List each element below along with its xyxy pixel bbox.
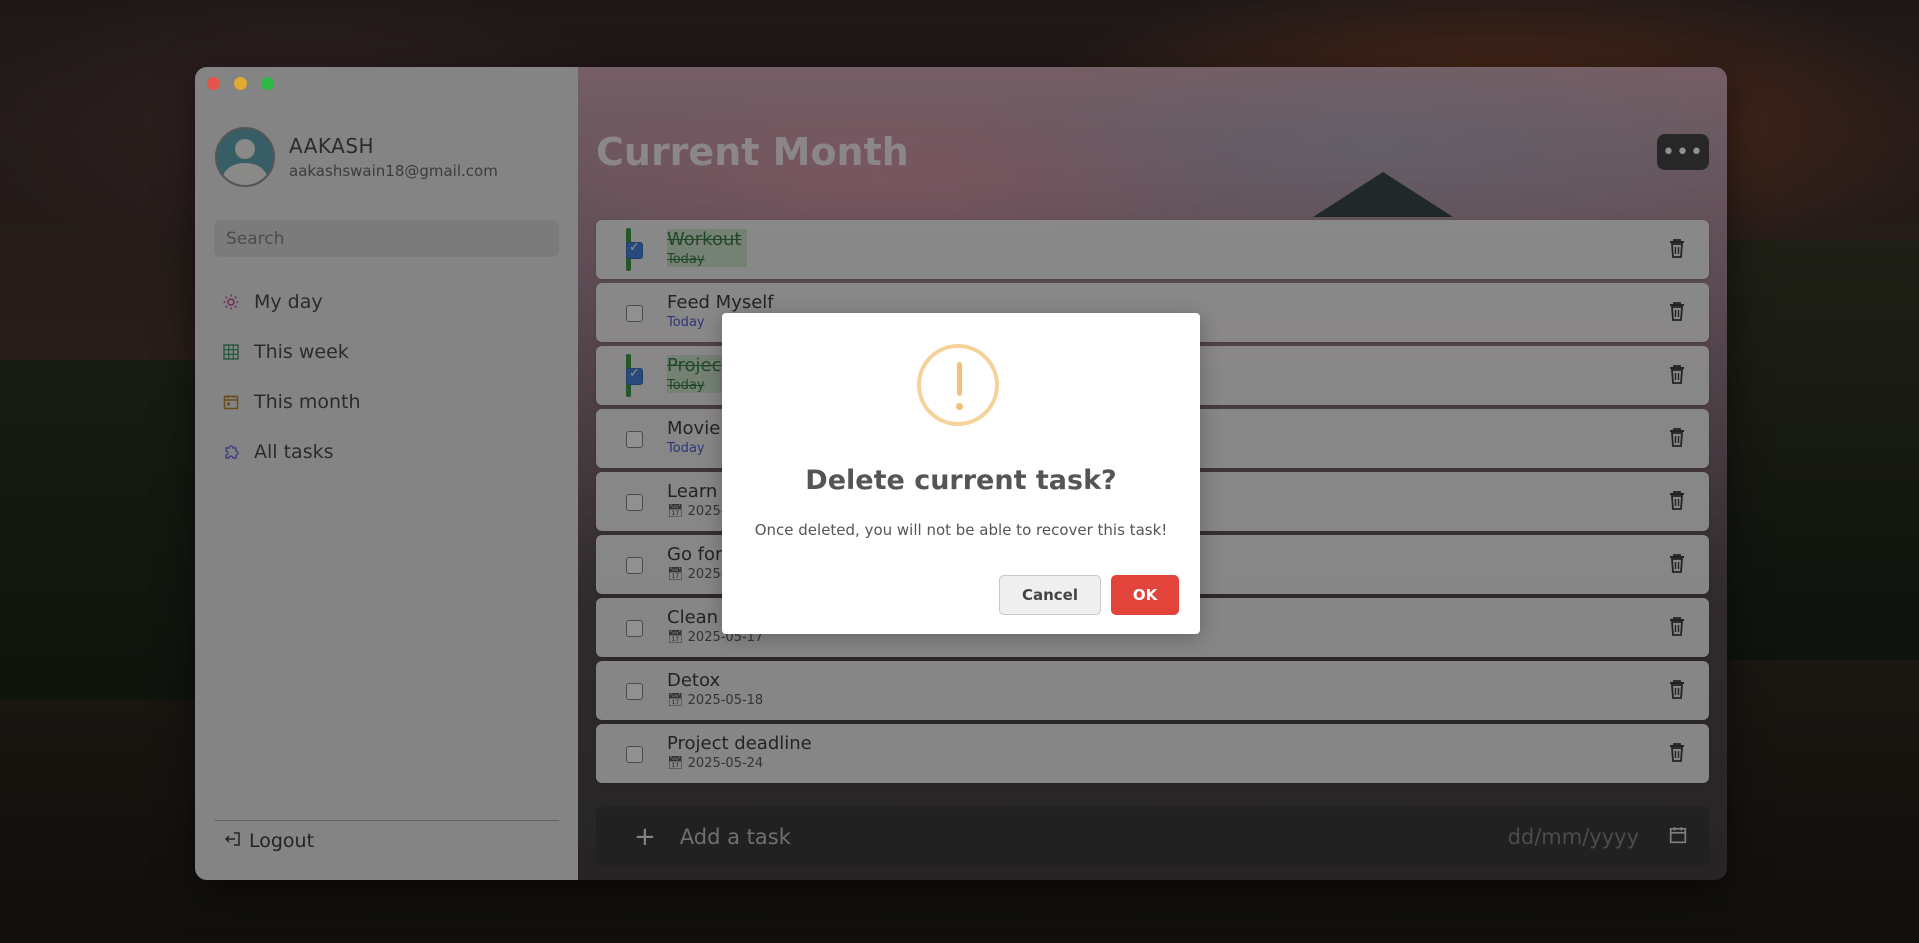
ok-button[interactable]: OK (1111, 575, 1179, 615)
close-window-button[interactable] (207, 77, 220, 90)
delete-confirm-dialog: Delete current task? Once deleted, you w… (722, 313, 1200, 634)
maximize-window-button[interactable] (261, 77, 274, 90)
dialog-title: Delete current task? (805, 465, 1117, 496)
minimize-window-button[interactable] (234, 77, 247, 90)
cancel-button[interactable]: Cancel (999, 575, 1101, 615)
dialog-message: Once deleted, you will not be able to re… (754, 521, 1168, 539)
warning-icon (917, 344, 999, 426)
window-controls (207, 77, 274, 90)
